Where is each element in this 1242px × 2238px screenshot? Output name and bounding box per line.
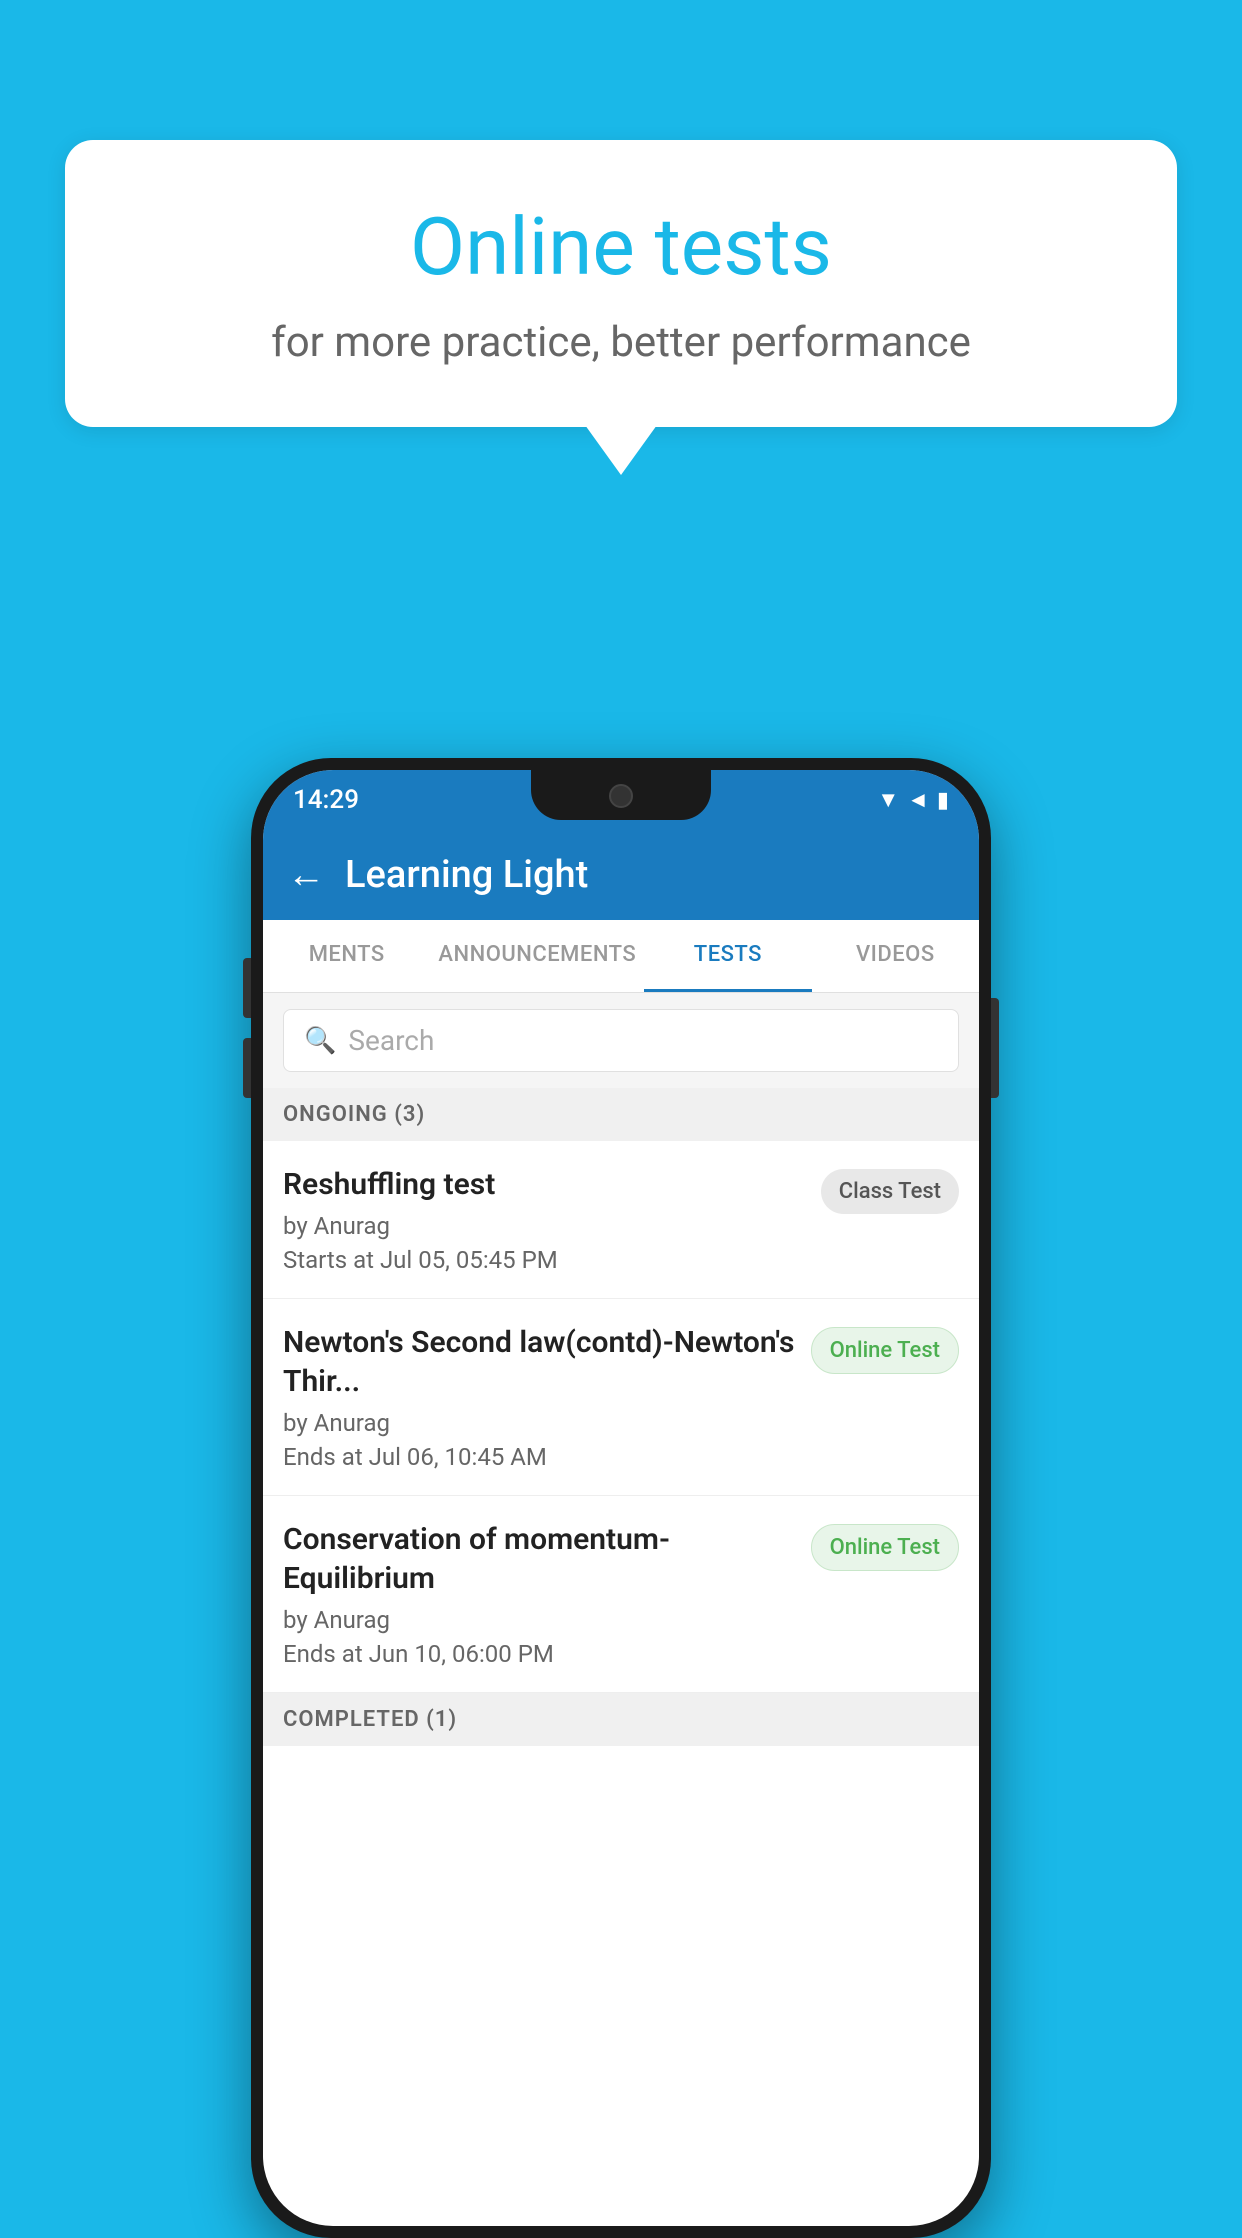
tab-announcements[interactable]: ANNOUNCEMENTS <box>430 920 644 992</box>
tab-ments[interactable]: MENTS <box>263 920 430 992</box>
tab-tests[interactable]: TESTS <box>644 920 811 992</box>
tabs-container: MENTS ANNOUNCEMENTS TESTS VIDEOS <box>263 920 979 993</box>
volume-up-button[interactable] <box>243 958 251 1018</box>
test-item-title: Conservation of momentum-Equilibrium <box>283 1520 795 1598</box>
test-item[interactable]: Newton's Second law(contd)-Newton's Thir… <box>263 1299 979 1496</box>
ongoing-section-header: ONGOING (3) <box>263 1088 979 1141</box>
phone-screen: 14:29 ▼ ◄ ▮ ← Learning Light MENTS ANNOU… <box>263 770 979 2226</box>
test-item-content: Conservation of momentum-Equilibrium by … <box>283 1520 811 1668</box>
search-input[interactable]: Search <box>348 1024 434 1057</box>
test-item-time: Ends at Jul 06, 10:45 AM <box>283 1443 795 1471</box>
search-icon: 🔍 <box>304 1026 336 1056</box>
test-badge: Online Test <box>811 1327 959 1374</box>
status-time: 14:29 <box>293 785 359 815</box>
signal-icon: ◄ <box>907 787 929 813</box>
speech-bubble-subtitle: for more practice, better performance <box>145 318 1097 367</box>
test-item-content: Reshuffling test by Anurag Starts at Jul… <box>283 1165 821 1274</box>
app-bar: ← Learning Light <box>263 830 979 920</box>
completed-section-header: COMPLETED (1) <box>263 1693 979 1746</box>
front-camera <box>609 784 633 808</box>
wifi-icon: ▼ <box>877 787 899 813</box>
search-container: 🔍 Search <box>263 993 979 1088</box>
test-item-time: Starts at Jul 05, 05:45 PM <box>283 1246 805 1274</box>
speech-bubble: Online tests for more practice, better p… <box>65 140 1177 427</box>
status-icons: ▼ ◄ ▮ <box>877 787 949 813</box>
test-item[interactable]: Conservation of momentum-Equilibrium by … <box>263 1496 979 1693</box>
test-item-author: by Anurag <box>283 1606 795 1634</box>
test-badge: Class Test <box>821 1169 959 1214</box>
speech-bubble-arrow <box>585 425 657 475</box>
test-item-author: by Anurag <box>283 1212 805 1240</box>
speech-bubble-container: Online tests for more practice, better p… <box>65 140 1177 475</box>
tab-videos[interactable]: VIDEOS <box>812 920 979 992</box>
volume-down-button[interactable] <box>243 1038 251 1098</box>
speech-bubble-title: Online tests <box>145 200 1097 294</box>
phone-frame: 14:29 ▼ ◄ ▮ ← Learning Light MENTS ANNOU… <box>251 758 991 2238</box>
test-item-content: Newton's Second law(contd)-Newton's Thir… <box>283 1323 811 1471</box>
test-item-title: Reshuffling test <box>283 1165 805 1204</box>
test-badge: Online Test <box>811 1524 959 1571</box>
search-bar[interactable]: 🔍 Search <box>283 1009 959 1072</box>
test-item-time: Ends at Jun 10, 06:00 PM <box>283 1640 795 1668</box>
battery-icon: ▮ <box>937 788 949 813</box>
app-title: Learning Light <box>345 853 588 897</box>
test-item[interactable]: Reshuffling test by Anurag Starts at Jul… <box>263 1141 979 1299</box>
test-item-title: Newton's Second law(contd)-Newton's Thir… <box>283 1323 795 1401</box>
back-button[interactable]: ← <box>287 853 325 897</box>
test-item-author: by Anurag <box>283 1409 795 1437</box>
phone-notch <box>531 770 711 820</box>
power-button[interactable] <box>991 998 999 1098</box>
